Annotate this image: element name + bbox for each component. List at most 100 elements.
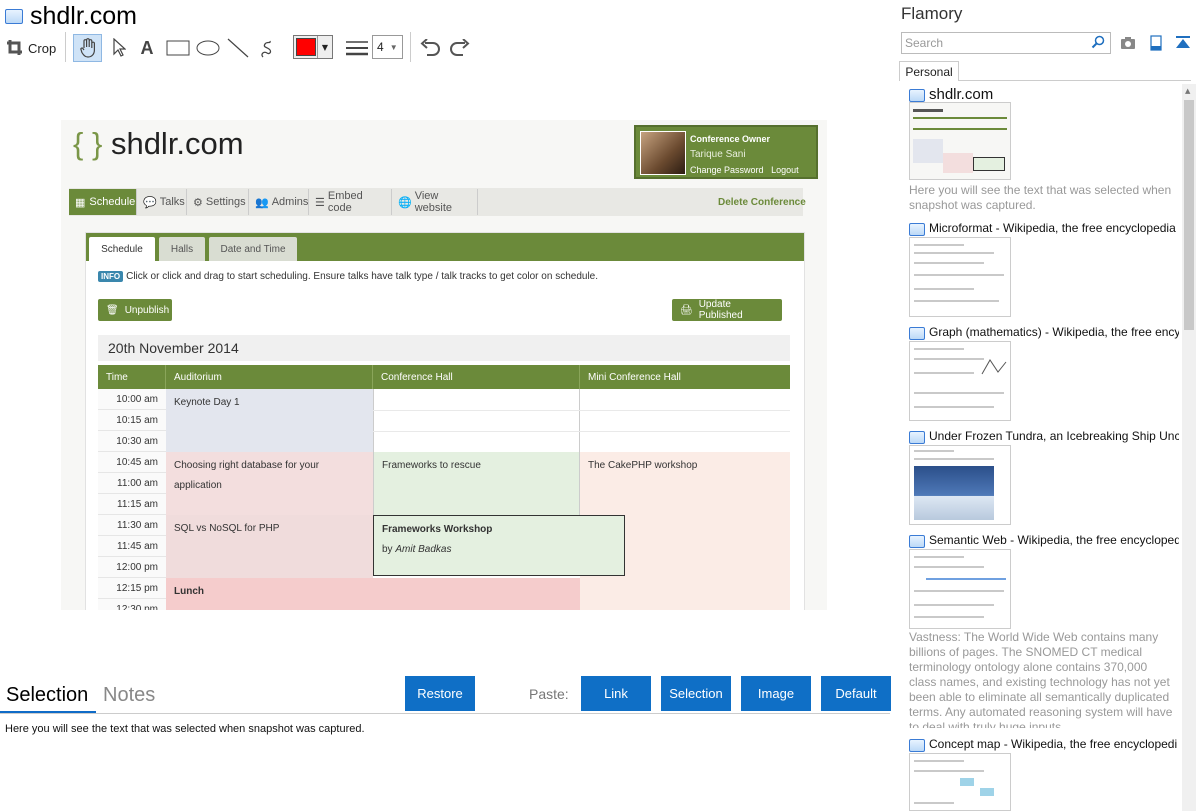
list-icon: ☰ (315, 196, 325, 209)
page-icon (909, 431, 925, 444)
thumb-graphic (980, 788, 994, 796)
undo-button[interactable] (418, 34, 442, 62)
time-slot: 11:30 am (98, 515, 166, 536)
collapse-top-icon[interactable] (1175, 35, 1191, 51)
schedule-empty-cell[interactable] (373, 389, 580, 452)
snapshot-thumbnail[interactable] (909, 549, 1011, 629)
subtab-date-time[interactable]: Date and Time (209, 237, 297, 261)
text-tool-button[interactable]: A (136, 34, 158, 62)
paste-default-button[interactable]: Default (821, 676, 891, 711)
list-item-title[interactable]: Under Frozen Tundra, an Icebreaking Ship… (929, 429, 1179, 443)
shdlr-logo: { } shdlr.com (73, 126, 244, 162)
event-frameworks-rescue[interactable]: Frameworks to rescue (373, 452, 580, 515)
snapshot-image[interactable]: { } shdlr.com Conference Owner Tarique S… (61, 120, 827, 610)
subtab-schedule[interactable]: Schedule (89, 237, 155, 261)
ellipse-tool-button[interactable] (195, 34, 221, 62)
unpublish-button[interactable]: 🗑 Unpublish (98, 299, 172, 321)
nav-embed-code[interactable]: ☰ Embed code (309, 189, 392, 215)
snapshot-thumbnail[interactable] (909, 753, 1011, 811)
thumb-graphic (913, 109, 943, 112)
owner-avatar (640, 131, 686, 175)
change-password-link[interactable]: Change Password (690, 165, 764, 175)
event-lunch[interactable]: Lunch (166, 578, 580, 610)
schedule-subtabs: Schedule Halls Date and Time (86, 233, 804, 261)
rectangle-tool-button[interactable] (165, 34, 191, 62)
logo-braces: { } (73, 126, 103, 161)
paste-selection-button[interactable]: Selection (661, 676, 731, 711)
list-item-title[interactable]: Semantic Web - Wikipedia, the free encyc… (929, 533, 1179, 547)
flamory-sidebar: Flamory Search Personal shdlr.com Here y… (893, 0, 1198, 811)
text-tool-icon: A (140, 37, 154, 58)
schedule-empty-cell[interactable] (580, 389, 790, 452)
subtab-halls[interactable]: Halls (159, 237, 205, 261)
thumb-graphic (914, 590, 1004, 592)
list-item-title[interactable]: Concept map - Wikipedia, the free encycl… (929, 737, 1179, 751)
stroke-width-select[interactable]: 4 ▼ (372, 35, 403, 59)
delete-conference-link[interactable]: Delete Conference (718, 197, 806, 208)
tab-personal[interactable]: Personal (899, 61, 959, 81)
nav-admins[interactable]: 👥 Admins (249, 189, 309, 215)
list-item-description: Here you will see the text that was sele… (909, 183, 1172, 212)
thumb-graphic (914, 244, 964, 246)
redo-button[interactable] (448, 34, 472, 62)
column-mini-conference-hall: Mini Conference Hall (588, 371, 681, 383)
event-author-line: by Amit Badkas (382, 540, 616, 560)
search-icon[interactable] (1091, 35, 1105, 49)
page-icon (909, 89, 925, 102)
toolbar-divider (410, 32, 411, 62)
snapshot-thumbnail[interactable] (909, 445, 1011, 525)
owner-links: Change Password Logout (690, 165, 799, 175)
time-slot: 10:00 am (98, 389, 166, 410)
snapshot-thumbnail[interactable] (909, 341, 1011, 421)
update-published-button[interactable]: 🖨 Update Published (672, 299, 782, 321)
list-item-title[interactable]: Graph (mathematics) - Wikipedia, the fre… (929, 325, 1179, 339)
nav-talks[interactable]: 💬 Talks (137, 189, 187, 215)
nav-view-website[interactable]: 🌐 View website (392, 189, 478, 215)
event-sql-nosql[interactable]: SQL vs NoSQL for PHP (166, 515, 373, 578)
snapshot-thumbnail[interactable] (909, 102, 1011, 180)
list-item-title[interactable]: Microformat - Wikipedia, the free encycl… (929, 221, 1179, 235)
thumb-graphic (914, 566, 984, 568)
event-choosing-database[interactable]: Choosing right database for your applica… (166, 452, 373, 515)
restore-button[interactable]: Restore (405, 676, 475, 711)
snapshot-thumbnail[interactable] (909, 237, 1011, 317)
paste-link-button[interactable]: Link (581, 676, 651, 711)
color-picker[interactable]: ▼ (293, 35, 333, 59)
thumb-graphic (913, 128, 1007, 130)
event-keynote[interactable]: Keynote Day 1 (166, 389, 373, 452)
logout-link[interactable]: Logout (771, 165, 799, 175)
owner-role: Conference Owner (690, 134, 771, 144)
crop-button[interactable]: Crop (6, 34, 58, 62)
nav-label: Schedule (89, 196, 136, 208)
scrollbar[interactable]: ▲ (1182, 84, 1196, 811)
chevron-down-icon: ▼ (389, 42, 398, 52)
tab-selection[interactable]: Selection (6, 684, 88, 707)
scrollbar-thumb[interactable] (1184, 100, 1194, 330)
selection-text: Here you will see the text that was sele… (5, 723, 365, 735)
event-frameworks-workshop[interactable]: Frameworks Workshop by Amit Badkas (373, 515, 625, 576)
scroll-up-icon[interactable]: ▲ (1185, 87, 1190, 95)
freehand-tool-button[interactable] (256, 34, 280, 62)
time-slot: 12:00 pm (98, 557, 166, 578)
list-item-title[interactable]: shdlr.com (929, 86, 1179, 103)
snapshot-nav: ▦ Schedule 💬 Talks ⚙ Settings 👥 Admins ☰ Embe… (69, 188, 803, 216)
arrow-pointer-icon (113, 38, 126, 57)
line-width-button[interactable] (344, 34, 370, 62)
nav-label: Settings (205, 196, 246, 208)
search-input[interactable]: Search (901, 32, 1111, 54)
schedule-panel: Schedule Halls Date and Time INFO Click o… (85, 232, 805, 610)
document-icon[interactable] (1148, 35, 1164, 51)
paste-image-button[interactable]: Image (741, 676, 811, 711)
chat-icon: 💬 (143, 196, 157, 209)
select-pointer-button[interactable] (108, 34, 130, 62)
hand-tool-button[interactable] (73, 34, 102, 62)
camera-icon[interactable] (1120, 35, 1136, 51)
line-tool-button[interactable] (226, 34, 250, 62)
thumb-graphic (914, 450, 954, 452)
info-text: Click or click and drag to start schedul… (126, 271, 599, 282)
nav-settings[interactable]: ⚙ Settings (187, 189, 249, 215)
tab-notes[interactable]: Notes (103, 684, 155, 707)
nav-schedule[interactable]: ▦ Schedule (69, 189, 137, 215)
time-slot: 11:15 am (98, 494, 166, 515)
thumb-graphic (914, 604, 994, 606)
